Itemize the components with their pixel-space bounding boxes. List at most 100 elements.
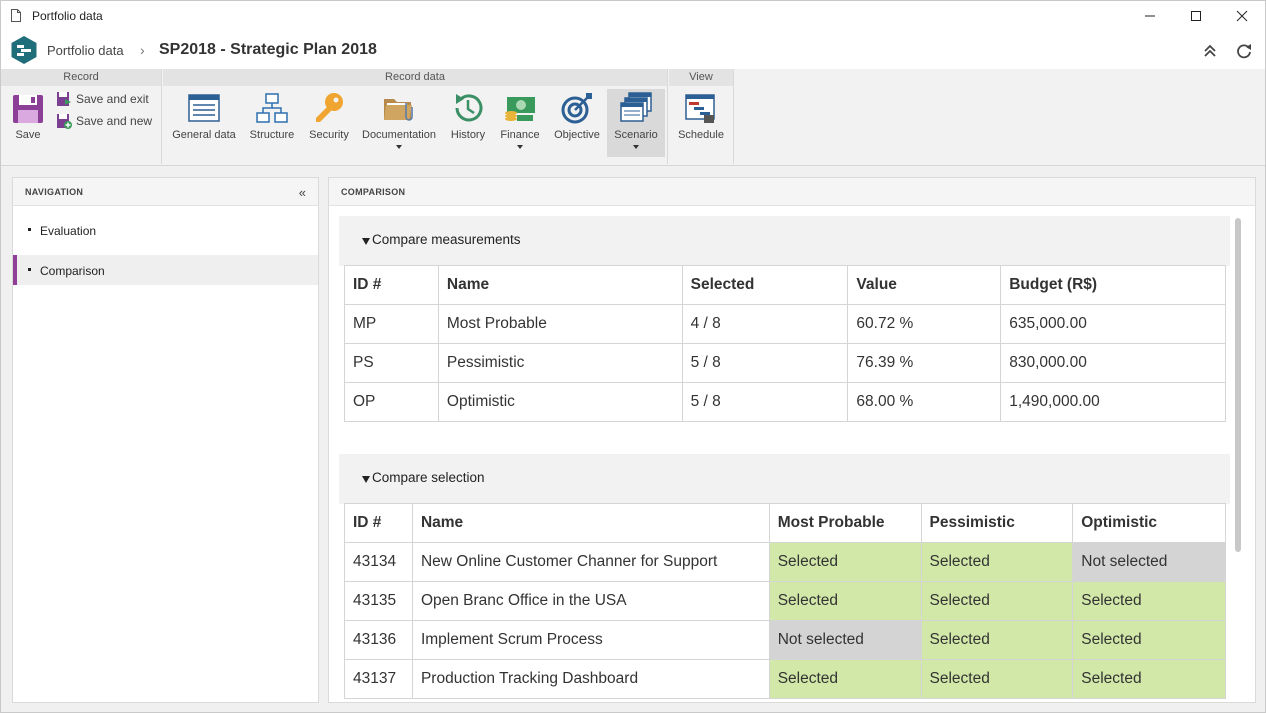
cell-id: 43137 bbox=[344, 659, 413, 699]
breadcrumb-root[interactable]: Portfolio data bbox=[47, 43, 124, 58]
history-clock-icon bbox=[455, 94, 483, 122]
section-title: Compare measurements bbox=[372, 232, 521, 247]
general-data-button[interactable]: General data bbox=[167, 89, 241, 157]
table-header-row: ID # Name Most Probable Pessimistic Opti… bbox=[344, 503, 1226, 543]
key-icon bbox=[316, 93, 343, 122]
cell-selected: 5 / 8 bbox=[681, 343, 849, 383]
column-header: Value bbox=[847, 265, 1002, 305]
table-row[interactable]: OP Optimistic 5 / 8 68.00 % 1,490,000.00 bbox=[344, 382, 1226, 422]
structure-button[interactable]: Structure bbox=[245, 89, 299, 157]
comparison-panel: COMPARISON Compare measurements ID # Nam… bbox=[328, 177, 1256, 703]
finance-button[interactable]: Finance bbox=[495, 89, 545, 157]
cell-pessimistic: Selected bbox=[920, 581, 1074, 621]
maximize-button[interactable] bbox=[1173, 1, 1219, 31]
collapse-up-icon[interactable] bbox=[1201, 42, 1219, 60]
save-icon bbox=[13, 95, 43, 123]
compare-selection-section-header[interactable]: Compare selection bbox=[339, 454, 1230, 504]
minimize-icon bbox=[1145, 15, 1155, 17]
column-header: Pessimistic bbox=[920, 503, 1074, 543]
security-button[interactable]: Security bbox=[303, 89, 355, 157]
app-logo-icon bbox=[11, 36, 37, 64]
cell-value: 76.39 % bbox=[847, 343, 1002, 383]
app-window: Portfolio data Portfolio data › SP2018 -… bbox=[0, 0, 1266, 713]
close-button[interactable] bbox=[1219, 1, 1265, 31]
stacked-windows-icon bbox=[620, 92, 652, 122]
column-header: Name bbox=[437, 265, 683, 305]
navigation-header: NAVIGATION « bbox=[13, 178, 318, 206]
cell-optimistic: Selected bbox=[1072, 620, 1226, 660]
collapse-panel-icon[interactable]: « bbox=[299, 185, 306, 200]
money-icon bbox=[505, 97, 535, 121]
cell-name: Pessimistic bbox=[437, 343, 683, 383]
section-title: Compare selection bbox=[372, 470, 485, 485]
bullet-icon bbox=[28, 268, 31, 271]
table-row[interactable]: 43136 Implement Scrum Process Not select… bbox=[344, 620, 1226, 660]
cell-name: New Online Customer Channer for Support bbox=[411, 542, 770, 582]
cell-value: 60.72 % bbox=[847, 304, 1002, 344]
table-row[interactable]: 43135 Open Branc Office in the USA Selec… bbox=[344, 581, 1226, 621]
schedule-label: Schedule bbox=[678, 129, 724, 141]
gantt-chart-icon bbox=[685, 94, 715, 123]
save-label: Save bbox=[15, 129, 41, 141]
objective-button[interactable]: Objective bbox=[549, 89, 605, 157]
scenario-button[interactable]: Scenario bbox=[607, 89, 665, 157]
history-label: History bbox=[450, 129, 486, 141]
table-row[interactable]: 43134 New Online Customer Channer for Su… bbox=[344, 542, 1226, 582]
selected-indicator bbox=[13, 255, 17, 285]
cell-name: Implement Scrum Process bbox=[411, 620, 770, 660]
nav-item-comparison[interactable]: Comparison bbox=[13, 255, 318, 285]
measurements-table: ID # Name Selected Value Budget (R$) MP … bbox=[344, 265, 1226, 422]
cell-id: PS bbox=[344, 343, 439, 383]
ribbon-group-title: Record bbox=[1, 69, 161, 86]
comparison-header: COMPARISON bbox=[329, 178, 1255, 206]
close-icon bbox=[1236, 10, 1248, 22]
cell-selected: 4 / 8 bbox=[681, 304, 849, 344]
cell-budget: 830,000.00 bbox=[1000, 343, 1226, 383]
column-header: Most Probable bbox=[768, 503, 922, 543]
nav-item-evaluation[interactable]: Evaluation bbox=[13, 215, 318, 245]
save-exit-icon bbox=[57, 92, 71, 106]
save-new-icon bbox=[57, 114, 72, 129]
column-header: Optimistic bbox=[1072, 503, 1226, 543]
ribbon-toolbar: Record Save Save and exit Save and new R… bbox=[1, 69, 1265, 166]
nav-item-label: Evaluation bbox=[40, 224, 97, 238]
table-header-row: ID # Name Selected Value Budget (R$) bbox=[344, 265, 1226, 305]
cell-name: Production Tracking Dashboard bbox=[411, 659, 770, 699]
schedule-button[interactable]: Schedule bbox=[673, 89, 729, 157]
dropdown-caret-icon bbox=[517, 145, 523, 149]
minimize-button[interactable] bbox=[1127, 1, 1173, 31]
cell-pessimistic: Selected bbox=[920, 659, 1074, 699]
navigation-title: NAVIGATION bbox=[25, 187, 84, 197]
cell-budget: 635,000.00 bbox=[1000, 304, 1226, 344]
finance-label: Finance bbox=[500, 129, 540, 141]
table-row[interactable]: 43137 Production Tracking Dashboard Sele… bbox=[344, 659, 1226, 699]
column-header: ID # bbox=[344, 265, 439, 305]
save-button[interactable]: Save bbox=[7, 89, 49, 157]
ribbon-group-view: View Schedule bbox=[669, 69, 734, 164]
app-header: Portfolio data › SP2018 - Strategic Plan… bbox=[1, 31, 1265, 69]
cell-budget: 1,490,000.00 bbox=[1000, 382, 1226, 422]
column-header: Name bbox=[411, 503, 770, 543]
documentation-label: Documentation bbox=[362, 129, 436, 141]
table-row[interactable]: PS Pessimistic 5 / 8 76.39 % 830,000.00 bbox=[344, 343, 1226, 383]
nav-item-label: Comparison bbox=[40, 264, 105, 278]
documentation-button[interactable]: Documentation bbox=[359, 89, 439, 157]
cell-name: Open Branc Office in the USA bbox=[411, 581, 770, 621]
compare-measurements-section-header[interactable]: Compare measurements bbox=[339, 216, 1230, 266]
column-header: ID # bbox=[344, 503, 413, 543]
security-label: Security bbox=[309, 129, 349, 141]
table-row[interactable]: MP Most Probable 4 / 8 60.72 % 635,000.0… bbox=[344, 304, 1226, 344]
cell-most-probable: Selected bbox=[768, 581, 922, 621]
vertical-scrollbar[interactable] bbox=[1235, 218, 1241, 552]
refresh-icon[interactable] bbox=[1235, 42, 1253, 60]
ribbon-group-title: View bbox=[669, 69, 733, 86]
cell-name: Optimistic bbox=[437, 382, 683, 422]
cell-id: 43136 bbox=[344, 620, 413, 660]
cell-most-probable: Selected bbox=[768, 659, 922, 699]
history-button[interactable]: History bbox=[445, 89, 491, 157]
ribbon-group-record: Record Save Save and exit Save and new bbox=[1, 69, 162, 164]
cell-optimistic: Selected bbox=[1072, 581, 1226, 621]
cell-id: 43135 bbox=[344, 581, 413, 621]
folder-clip-icon bbox=[384, 99, 413, 121]
ribbon-group-record-data: Record data General data Structure Secur… bbox=[163, 69, 668, 164]
